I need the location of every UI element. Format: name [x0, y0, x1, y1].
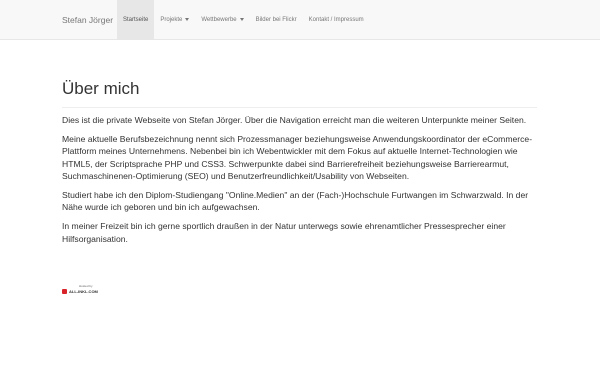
nav-item-flickr[interactable]: Bilder bei Flickr: [250, 0, 303, 40]
nav-item-projekte[interactable]: Projekte: [154, 0, 195, 40]
brand-link[interactable]: Stefan Jörger: [62, 0, 113, 40]
nav-item-label: Startseite: [123, 17, 149, 23]
page-title: Über mich: [62, 79, 140, 98]
nav-item-label: Wettbewerbe: [201, 17, 237, 23]
job-paragraph: Meine aktuelle Berufsbezeichnung nennt s…: [62, 134, 533, 181]
nav-item-label: Bilder bei Flickr: [255, 17, 297, 23]
freetime-paragraph: In meiner Freizeit bin ich gerne sportli…: [62, 221, 506, 244]
nav-item-label: Projekte: [160, 17, 183, 23]
main-navigation: Startseite Projekte Wettbewerbe Bilder b…: [117, 0, 370, 40]
nav-item-label: Kontakt / Impressum: [308, 17, 364, 23]
hosting-logo-text: ALL-INKL.COM: [69, 289, 98, 294]
about-text: Dies ist die private Webseite von Stefan…: [62, 114, 542, 252]
navbar-container: Stefan Jörger Startseite Projekte Wettbe…: [0, 0, 600, 40]
title-divider: [62, 107, 537, 108]
caret-down-icon: [185, 17, 190, 21]
hosting-badge[interactable]: Hosted by ALL-INKL.COM: [62, 284, 102, 296]
hosting-caption: Hosted by: [79, 284, 93, 288]
study-paragraph: Studiert habe ich den Diplom-Studiengang…: [62, 190, 529, 213]
intro-paragraph: Dies ist die private Webseite von Stefan…: [62, 115, 527, 125]
nav-item-startseite[interactable]: Startseite: [117, 0, 155, 40]
top-navbar: Stefan Jörger Startseite Projekte Wettbe…: [0, 0, 600, 40]
nav-item-kontakt[interactable]: Kontakt / Impressum: [303, 0, 370, 40]
caret-down-icon: [239, 17, 244, 21]
hosting-logo-icon: [62, 289, 67, 294]
nav-item-wettbewerbe[interactable]: Wettbewerbe: [195, 0, 249, 40]
hosting-logo: ALL-INKL.COM: [62, 289, 98, 294]
